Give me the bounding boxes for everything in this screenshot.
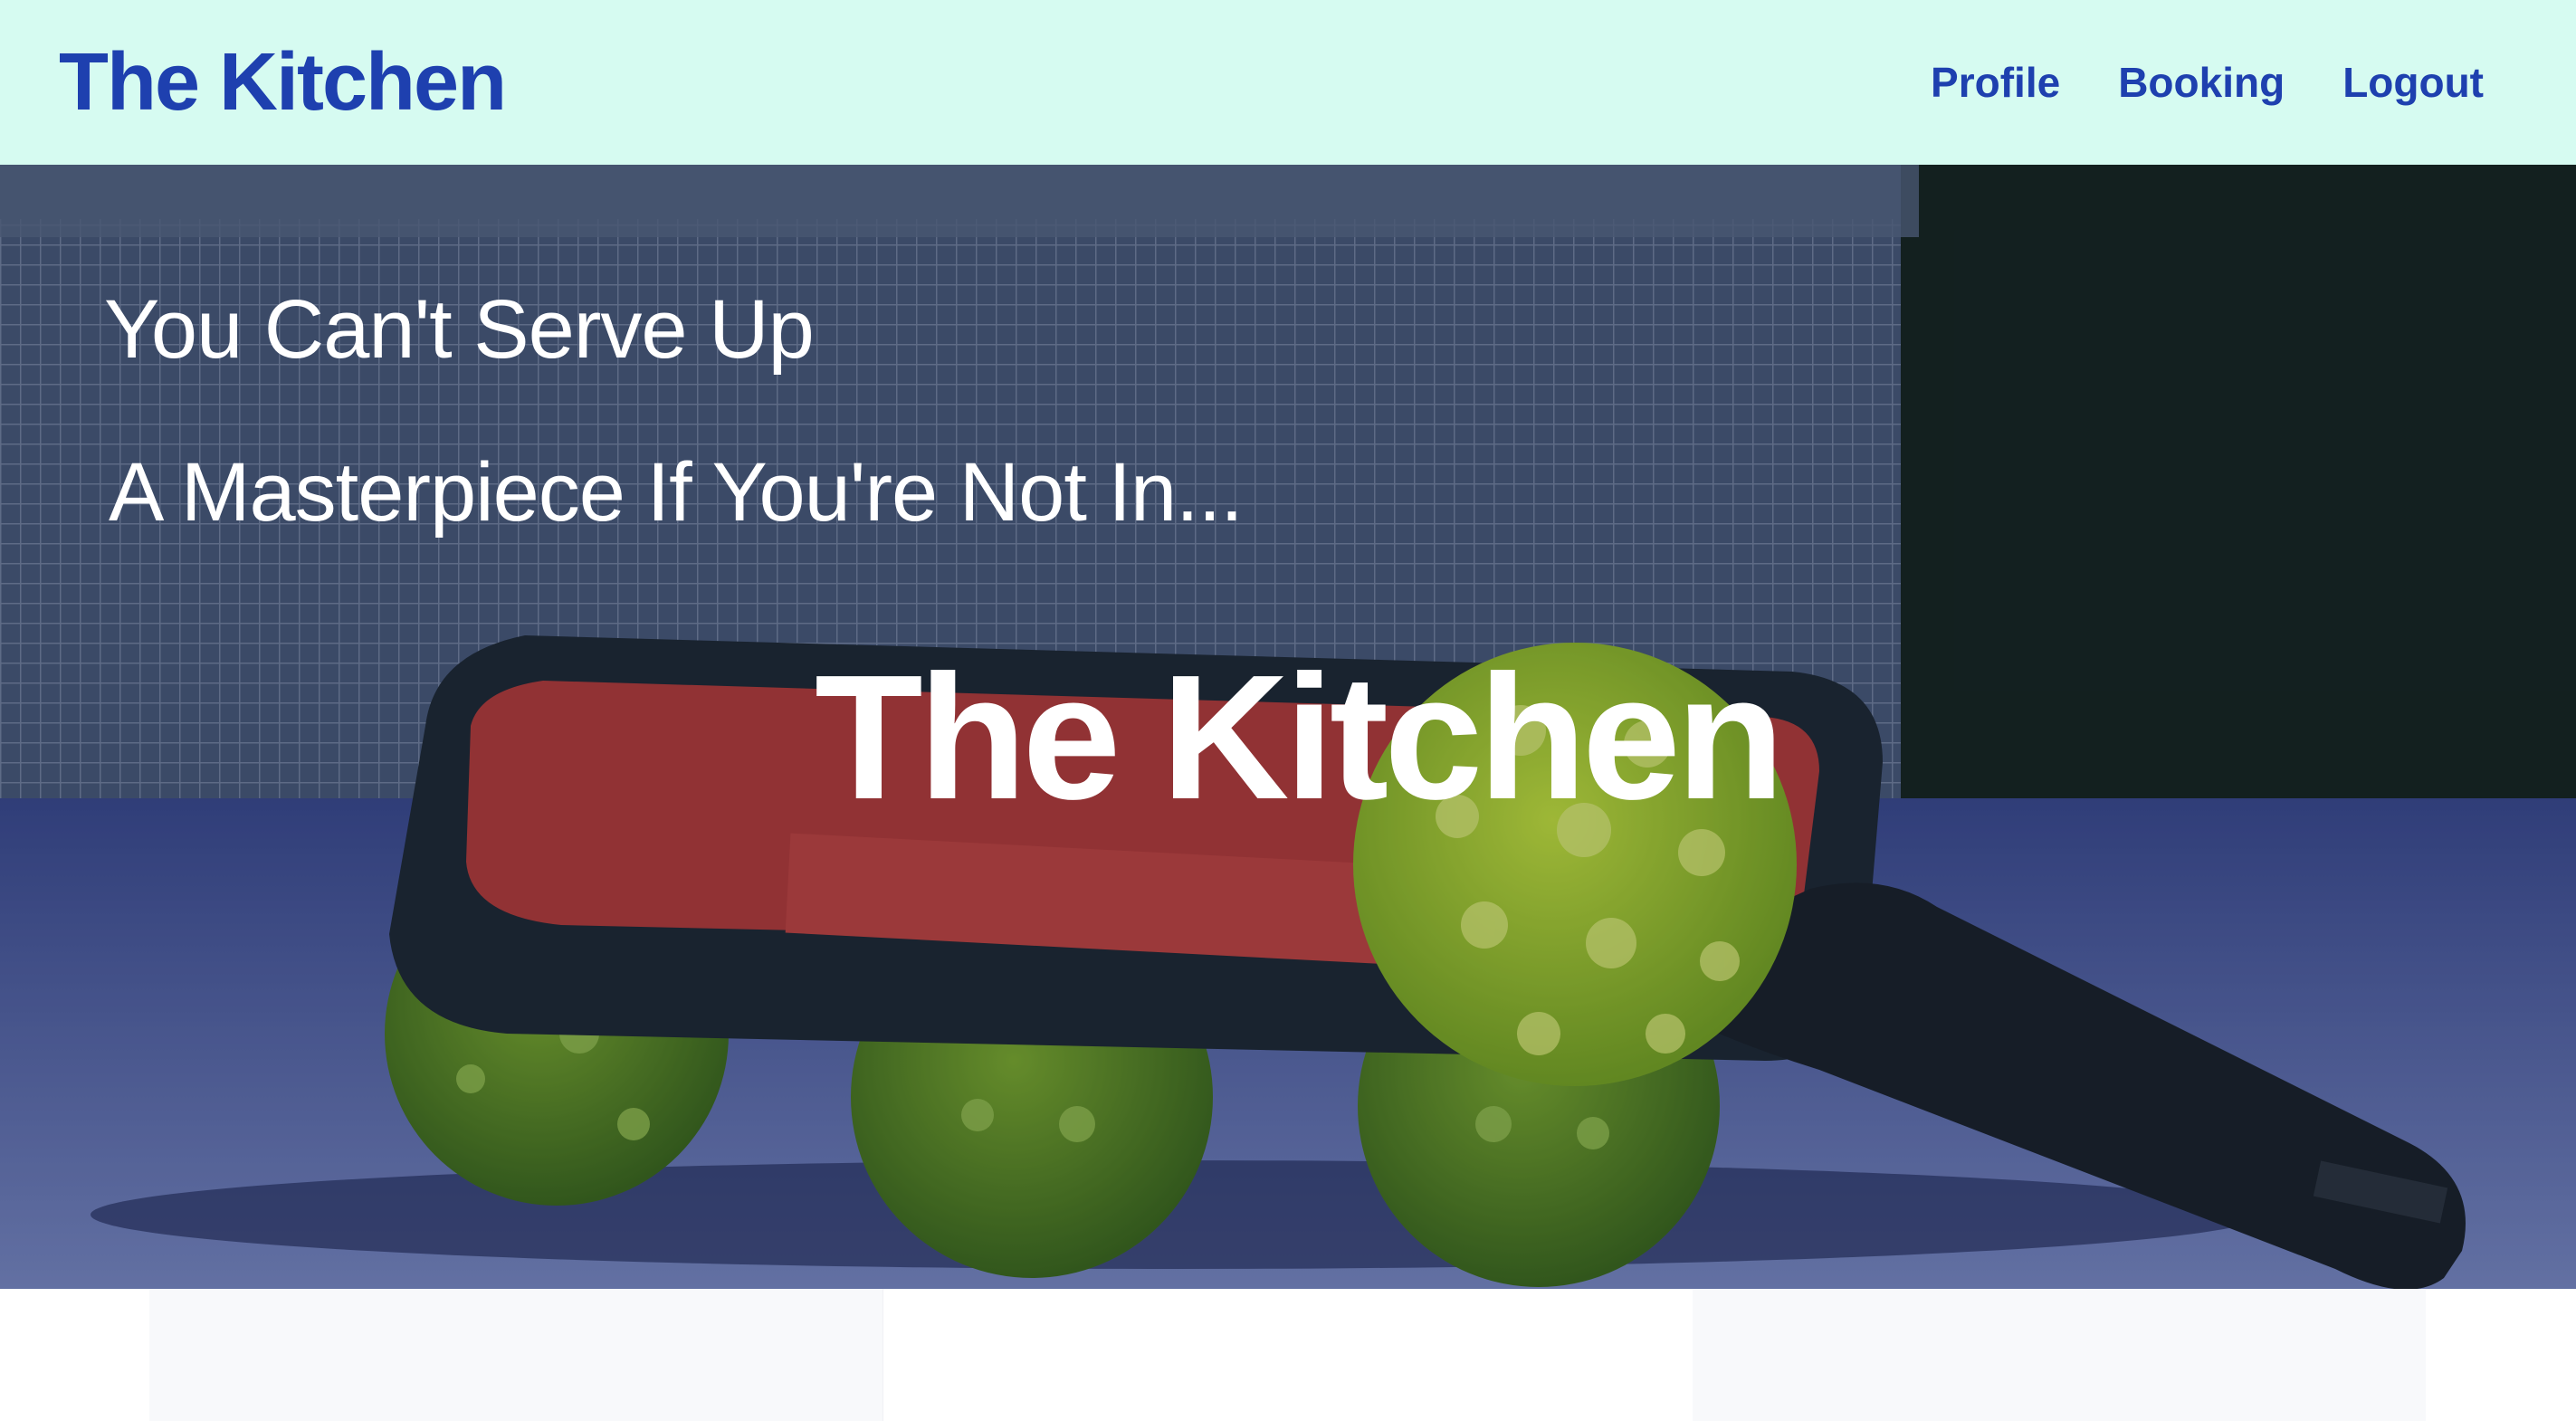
nav-link-logout[interactable]: Logout (2342, 58, 2484, 107)
nav-links: Profile Booking Logout (1931, 58, 2484, 107)
hero-title: The Kitchen (815, 638, 1785, 836)
nav-link-profile[interactable]: Profile (1931, 58, 2060, 107)
brand-logo-link[interactable]: The Kitchen (59, 36, 507, 129)
nav-link-booking[interactable]: Booking (2118, 58, 2285, 107)
top-navbar: The Kitchen Profile Booking Logout (0, 0, 2576, 165)
hero-tagline-line1: You Can't Serve Up (104, 283, 815, 376)
feature-card-3 (1693, 1289, 2426, 1421)
feature-card-2 (883, 1289, 1694, 1421)
hero-tagline-line2: A Masterpiece If You're Not In... (109, 446, 1244, 539)
hero-banner: You Can't Serve Up A Masterpiece If You'… (0, 165, 2576, 1289)
feature-card-1 (149, 1289, 883, 1421)
